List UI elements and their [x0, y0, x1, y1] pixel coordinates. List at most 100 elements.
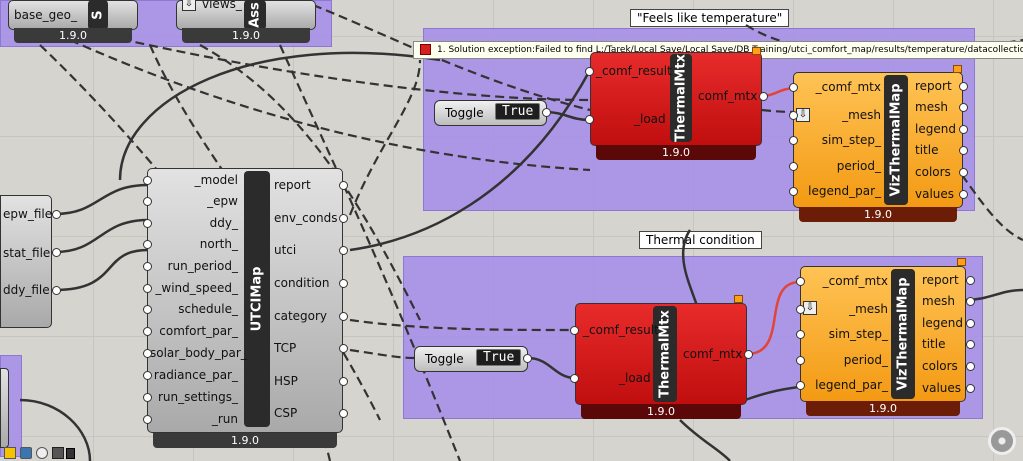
viz_2-output-pin: title	[922, 337, 946, 351]
input-grip[interactable]	[570, 326, 579, 335]
input-grip[interactable]	[143, 284, 152, 293]
viz_1-output-pin: mesh	[915, 100, 948, 114]
utci-input-pin: ddy_	[209, 216, 238, 230]
error-icon	[420, 44, 431, 55]
version-label: 1.9.0	[153, 433, 337, 448]
grasshopper-canvas[interactable]: "Feels like temperature" Thermal conditi…	[0, 0, 1023, 461]
utci-output-pin: TCP	[274, 341, 297, 355]
group-title-thermal-condition[interactable]: Thermal condition	[639, 231, 762, 249]
output-grip[interactable]	[959, 168, 968, 177]
output-grip[interactable]	[523, 354, 532, 363]
python-icon[interactable]	[20, 447, 32, 459]
input-grip[interactable]	[585, 67, 594, 76]
utci-input-pin: comfort_par_	[159, 324, 238, 338]
component-title-bar[interactable]: VizThermalMap	[891, 269, 915, 399]
input-grip[interactable]	[789, 136, 798, 145]
input-grip[interactable]	[789, 83, 798, 92]
boolean-toggle-2[interactable]: Toggle True	[414, 346, 528, 372]
output-grip[interactable]	[339, 344, 348, 353]
output-grip[interactable]	[966, 340, 975, 349]
viz_2-output-pin: colors	[922, 359, 958, 373]
output-grip[interactable]	[966, 319, 975, 328]
utci-output-pin: utci	[274, 243, 297, 257]
input-grip[interactable]	[796, 305, 805, 314]
input-grip[interactable]	[789, 111, 798, 120]
views-component[interactable]: ⇩ views_ Ass 1.9.0	[176, 0, 316, 43]
input-grip[interactable]	[796, 330, 805, 339]
input-grip[interactable]	[143, 305, 152, 314]
input-grip[interactable]	[143, 415, 152, 424]
output-grip[interactable]	[339, 312, 348, 321]
output-grip[interactable]	[339, 214, 348, 223]
component-title-bar[interactable]: UTCIMap	[244, 171, 270, 427]
output-grip[interactable]	[959, 82, 968, 91]
input-grip[interactable]	[143, 327, 152, 336]
base-geo-component[interactable]: base_geo_ S 1.9.0	[8, 0, 138, 43]
utci-input-pin: _wind_speed_	[155, 281, 238, 295]
grasshopper-icon[interactable]	[4, 447, 16, 459]
warning-indicator	[734, 295, 743, 303]
output-grip[interactable]	[52, 248, 61, 257]
warning-indicator	[957, 258, 966, 266]
output-grip[interactable]	[959, 146, 968, 155]
input-grip[interactable]	[789, 187, 798, 196]
battery-icon[interactable]	[66, 448, 75, 459]
output-grip[interactable]	[966, 276, 975, 285]
input-grip[interactable]	[143, 240, 152, 249]
output-grip[interactable]	[339, 246, 348, 255]
output-grip[interactable]	[959, 103, 968, 112]
output-grip[interactable]	[959, 125, 968, 134]
output-grip[interactable]	[966, 384, 975, 393]
group-title-feels-like[interactable]: "Feels like temperature"	[630, 9, 790, 27]
boolean-toggle-1[interactable]: Toggle True	[434, 100, 547, 126]
viz_1-input-pin: period_	[836, 159, 881, 173]
component-title-bar[interactable]: ThermalMtx	[653, 306, 677, 402]
input-grip[interactable]	[143, 349, 152, 358]
preview-icon[interactable]	[36, 447, 48, 459]
input-grip[interactable]	[143, 197, 152, 206]
viz_1-input-pin: _comf_mtx	[815, 80, 881, 94]
pin-load: _load	[634, 112, 666, 126]
output-grip[interactable]	[52, 210, 61, 219]
component-title-bar[interactable]: VizThermalMap	[884, 75, 908, 205]
output-grip[interactable]	[339, 409, 348, 418]
utci-input-pin: run_period_	[167, 259, 238, 273]
input-grip[interactable]	[796, 356, 805, 365]
utci-output-pin: report	[274, 178, 311, 192]
output-grip[interactable]	[759, 92, 768, 101]
output-grip[interactable]	[959, 190, 968, 199]
input-grip[interactable]	[143, 219, 152, 228]
output-grip[interactable]	[339, 181, 348, 190]
input-grip[interactable]	[143, 371, 152, 380]
viz_2-output-pin: report	[922, 273, 959, 287]
pin-comf-mtx: comf_mtx	[683, 347, 743, 361]
canvas-navigation-wheel-icon[interactable]	[988, 427, 1016, 455]
version-label: 1.9.0	[581, 404, 741, 419]
lock-icon[interactable]	[52, 447, 64, 459]
toggle-value[interactable]: True	[476, 349, 522, 366]
input-grip[interactable]	[143, 393, 152, 402]
viz_2-input-pin: sim_step_	[828, 327, 888, 341]
input-grip[interactable]	[789, 162, 798, 171]
bottom-left-component[interactable]	[0, 368, 9, 448]
output-grip[interactable]	[966, 362, 975, 371]
viz_1-output-pin: report	[915, 79, 952, 93]
thermal-mtx-component-1[interactable]: ThermalMtx _comf_result _load comf_mtx 1…	[590, 52, 762, 160]
output-grip[interactable]	[52, 286, 61, 295]
component-title-bar[interactable]: ThermalMtx	[670, 54, 692, 142]
thermal-mtx-component-2[interactable]: ThermalMtx _comf_result _load comf_mtx 1…	[575, 303, 747, 419]
input-grip[interactable]	[570, 374, 579, 383]
toggle-value[interactable]: True	[495, 103, 541, 120]
warning-indicator	[953, 65, 962, 73]
input-grip[interactable]	[143, 176, 152, 185]
pin-comf-result: _comf_result	[583, 323, 659, 337]
output-grip[interactable]	[542, 108, 551, 117]
output-grip[interactable]	[339, 279, 348, 288]
input-grip[interactable]	[796, 381, 805, 390]
output-grip[interactable]	[744, 350, 753, 359]
output-grip[interactable]	[966, 297, 975, 306]
input-grip[interactable]	[796, 277, 805, 286]
input-grip[interactable]	[585, 115, 594, 124]
input-grip[interactable]	[143, 262, 152, 271]
output-grip[interactable]	[339, 377, 348, 386]
